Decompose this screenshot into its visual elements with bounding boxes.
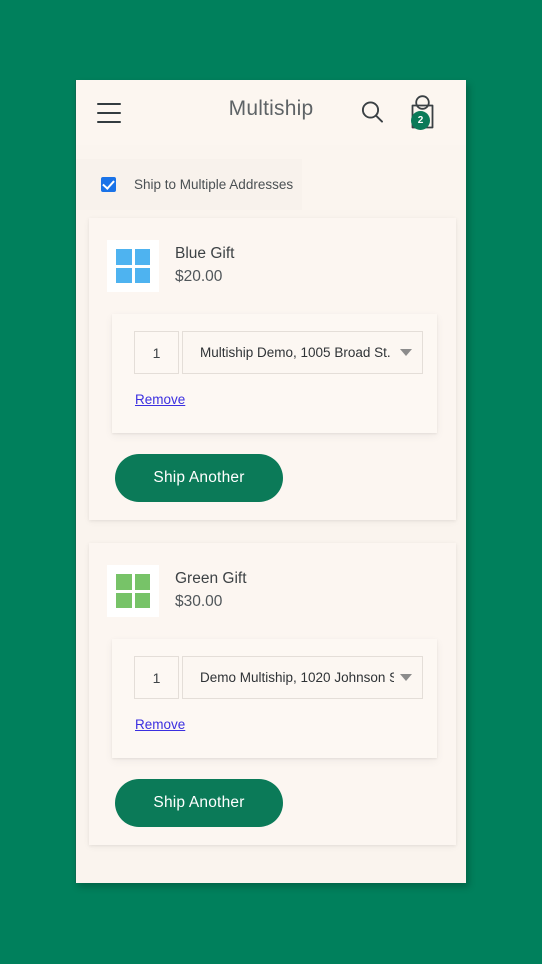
address-select[interactable]: Demo Multiship, 1020 Johnson St.,… [182,656,423,699]
product-name: Blue Gift [175,244,235,262]
address-select-value: Multiship Demo, 1005 Broad St. 30… [200,345,394,360]
quantity-input[interactable]: 1 [134,331,179,374]
product-thumbnail [107,240,159,292]
phone-viewport: Multiship 2 Ship to Multiple Addresses B… [75,80,466,883]
product-info: Blue Gift $20.00 [175,242,234,290]
shopping-bag-icon[interactable]: 2 [404,92,444,134]
product-summary-row: Blue Gift $20.00 [89,234,456,302]
ship-multiple-addresses-checkbox[interactable] [101,177,116,192]
product-summary-row: Green Gift $30.00 [89,559,456,627]
shipment-selector-row: 1 Multiship Demo, 1005 Broad St. 30… [134,331,423,374]
ship-another-button[interactable]: Ship Another [115,454,283,502]
product-card: Green Gift $30.00 1 Demo Multiship, 1020… [89,543,456,845]
shipment-section: 1 Multiship Demo, 1005 Broad St. 30… Rem… [112,314,437,433]
cart-count-badge: 2 [411,111,430,130]
ship-multiple-addresses-label: Ship to Multiple Addresses [134,177,294,192]
quantity-input[interactable]: 1 [134,656,179,699]
remove-shipment-link[interactable]: Remove [135,717,185,732]
app-bar: Multiship 2 [76,80,466,145]
multi-address-band: Ship to Multiple Addresses [76,145,466,210]
search-icon[interactable] [356,96,390,130]
multi-address-toggle-row[interactable]: Ship to Multiple Addresses [76,159,302,210]
four-square-grid-icon [116,574,150,608]
address-select-value: Demo Multiship, 1020 Johnson St.,… [200,670,394,685]
product-name: Green Gift [175,569,247,587]
shipment-selector-row: 1 Demo Multiship, 1020 Johnson St.,… [134,656,423,699]
product-info: Green Gift $30.00 [175,567,247,615]
ship-another-button[interactable]: Ship Another [115,779,283,827]
product-card: Blue Gift $20.00 1 Multiship Demo, 1005 … [89,218,456,520]
product-thumbnail [107,565,159,617]
four-square-grid-icon [116,249,150,283]
remove-shipment-link[interactable]: Remove [135,392,185,407]
chevron-down-icon [400,674,412,681]
product-price: $30.00 [175,593,223,611]
hamburger-line [97,121,121,123]
address-select[interactable]: Multiship Demo, 1005 Broad St. 30… [182,331,423,374]
shipment-section: 1 Demo Multiship, 1020 Johnson St.,… Rem… [112,639,437,758]
product-price: $20.00 [175,268,223,286]
chevron-down-icon [400,349,412,356]
